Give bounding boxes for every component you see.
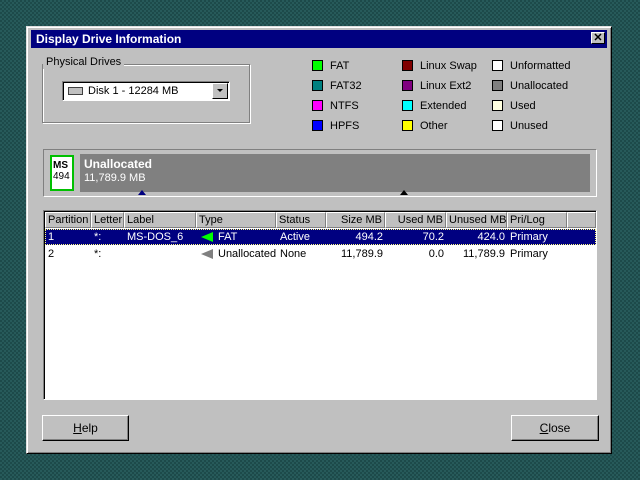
hard-drive-icon (68, 87, 83, 95)
legend-label-linux-swap: Linux Swap (420, 60, 477, 72)
legend-swatch-linux-ext2 (402, 80, 413, 91)
legend-swatch-hpfs (312, 120, 323, 131)
help-label-rest: elp (81, 421, 98, 435)
cell-size: 11,789.9 (340, 248, 383, 260)
legend-label-fat: FAT (330, 60, 350, 72)
unallocated-partition-icon (201, 249, 213, 259)
legend-swatch-used (492, 100, 503, 111)
fat-partition-icon (201, 232, 213, 242)
close-button[interactable]: Close (511, 415, 599, 441)
cell-used: 0.0 (428, 248, 444, 260)
column-header-letter[interactable]: Letter (91, 212, 124, 228)
cell-partition: 2 (48, 248, 55, 260)
column-header-status[interactable]: Status (276, 212, 326, 228)
column-header-partition[interactable]: Partition (45, 212, 91, 228)
cell-unused: 424.0 (477, 231, 505, 243)
unallocated-block-title: Unallocated (84, 157, 153, 171)
window-title: Display Drive Information (36, 32, 182, 46)
column-header-unused[interactable]: Unused MB (446, 212, 507, 228)
legend-swatch-extended (402, 100, 413, 111)
legend-label-unused: Unused (510, 120, 548, 132)
partition-1-block-size: 494 (53, 171, 70, 182)
start-marker-icon (138, 190, 146, 195)
cell-letter: *: (94, 231, 102, 243)
cell-letter: *: (94, 248, 102, 260)
physical-drive-select[interactable]: Disk 1 - 12284 MB (62, 81, 230, 101)
close-label-rest: lose (548, 421, 571, 435)
legend-swatch-other (402, 120, 413, 131)
display-drive-info-dialog: Display Drive Information ✕ Physical Dri… (26, 26, 612, 454)
cell-type: Unallocated (218, 248, 277, 260)
chevron-down-icon[interactable] (212, 83, 228, 99)
table-header: Partition Letter Label Type Status Size … (45, 212, 596, 228)
legend-swatch-unused (492, 120, 503, 131)
legend-label-other: Other (420, 120, 448, 132)
unallocated-block-size: 11,789.9 MB (84, 172, 146, 184)
cell-size: 494.2 (355, 231, 383, 243)
close-window-button[interactable]: ✕ (591, 32, 605, 44)
column-header-filler (567, 212, 596, 228)
disk-map: MS 494 Unallocated 11,789.9 MB (43, 149, 597, 197)
legend-swatch-fat32 (312, 80, 323, 91)
partition-1-block-label: MS (53, 160, 68, 171)
cell-status: Active (280, 231, 310, 243)
table-row[interactable]: 1 *: MS-DOS_6 FAT Active 494.2 70.2 424.… (45, 229, 596, 245)
help-button[interactable]: Help (42, 415, 129, 441)
help-mnemonic: H (73, 421, 82, 435)
title-bar: Display Drive Information ✕ (31, 30, 607, 48)
legend-swatch-ntfs (312, 100, 323, 111)
partition-1-block[interactable]: MS 494 (50, 155, 74, 191)
partition-table: Partition Letter Label Type Status Size … (43, 210, 597, 400)
legend-label-fat32: FAT32 (330, 80, 362, 92)
column-header-prilog[interactable]: Pri/Log (507, 212, 567, 228)
legend-label-unformatted: Unformatted (510, 60, 571, 72)
cell-unused: 11,789.9 (462, 248, 505, 260)
legend-swatch-unallocated (492, 80, 503, 91)
cell-used: 70.2 (422, 231, 444, 243)
legend-swatch-linux-swap (402, 60, 413, 71)
column-header-size[interactable]: Size MB (326, 212, 385, 228)
cell-partition: 1 (48, 231, 55, 243)
physical-drive-value: Disk 1 - 12284 MB (88, 85, 179, 97)
legend-label-linux-ext2: Linux Ext2 (420, 80, 472, 92)
legend-label-hpfs: HPFS (330, 120, 360, 132)
column-header-label[interactable]: Label (124, 212, 196, 228)
cell-status: None (280, 248, 307, 260)
unallocated-block[interactable]: Unallocated 11,789.9 MB (80, 154, 590, 192)
legend-label-extended: Extended (420, 100, 467, 112)
column-header-used[interactable]: Used MB (385, 212, 446, 228)
legend-label-ntfs: NTFS (330, 100, 359, 112)
table-row[interactable]: 2 *: Unallocated None 11,789.9 0.0 11,78… (45, 246, 596, 262)
legend-label-unallocated: Unallocated (510, 80, 569, 92)
legend-swatch-unformatted (492, 60, 503, 71)
column-header-type[interactable]: Type (196, 212, 276, 228)
cell-prilog: Primary (510, 248, 548, 260)
legend-label-used: Used (510, 100, 536, 112)
physical-drives-label: Physical Drives (43, 55, 125, 69)
cell-type: FAT (218, 231, 238, 243)
end-marker-icon (400, 190, 408, 195)
cell-prilog: Primary (510, 231, 548, 243)
cell-label: MS-DOS_6 (127, 231, 184, 243)
legend-swatch-fat (312, 60, 323, 71)
